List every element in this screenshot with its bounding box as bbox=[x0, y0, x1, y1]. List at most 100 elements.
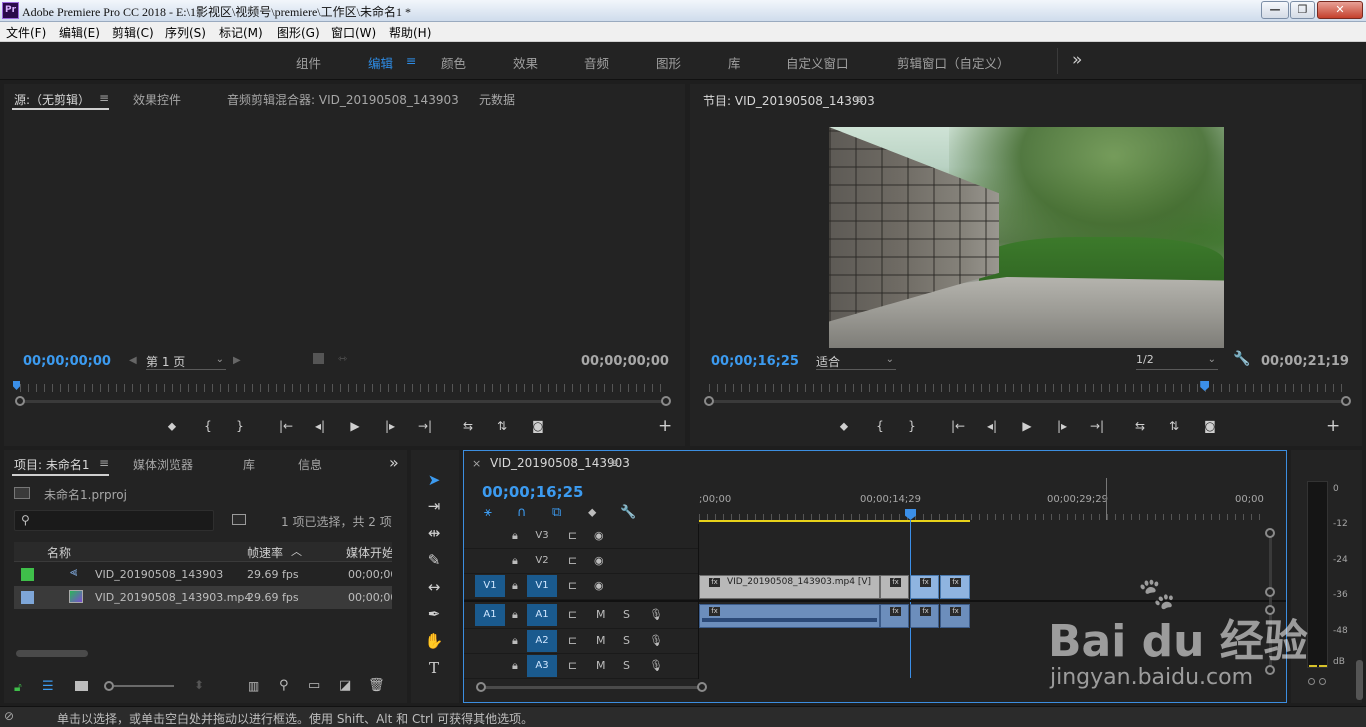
sync-lock-icon[interactable]: ⊏ bbox=[568, 579, 577, 592]
hscroll-handle-right[interactable] bbox=[697, 682, 707, 692]
program-add-button[interactable]: + bbox=[1326, 416, 1340, 436]
program-zoom-handle-left[interactable] bbox=[704, 396, 714, 406]
tab-info[interactable]: 信息 bbox=[298, 456, 322, 473]
zoom-slider[interactable] bbox=[114, 685, 174, 687]
mark-in-button[interactable]: { bbox=[198, 419, 218, 433]
work-area-bar[interactable] bbox=[699, 520, 970, 522]
label-color-swatch[interactable] bbox=[21, 568, 34, 581]
new-bin-icon[interactable]: ▭ bbox=[308, 678, 320, 693]
step-back-button[interactable]: ◂| bbox=[310, 419, 330, 433]
video-clip[interactable]: fx VID_20190508_143903.mp4 [V] bbox=[699, 575, 880, 599]
mark-out-button[interactable]: } bbox=[902, 419, 922, 433]
meter-scrollbar[interactable] bbox=[1356, 660, 1363, 700]
sync-lock-icon[interactable]: ⊏ bbox=[568, 659, 577, 672]
track-name[interactable]: A1 bbox=[527, 604, 557, 626]
safe-margins-icon[interactable] bbox=[313, 353, 324, 364]
mute-button[interactable]: M bbox=[596, 608, 606, 621]
source-zoom-handle-right[interactable] bbox=[661, 396, 671, 406]
workspace-editing[interactable]: 编辑 bbox=[368, 53, 393, 72]
lock-icon[interactable]: 🔒︎ bbox=[512, 529, 518, 543]
menu-graphics[interactable]: 图形(G) bbox=[277, 24, 320, 41]
column-frame-rate[interactable]: 帧速率 bbox=[247, 544, 283, 561]
step-forward-button[interactable]: |▸ bbox=[380, 419, 400, 433]
program-title[interactable]: 节目: VID_20190508_143903 bbox=[703, 92, 875, 109]
project-menu-icon[interactable]: ≡ bbox=[99, 456, 109, 470]
tab-metadata[interactable]: 元数据 bbox=[479, 91, 515, 108]
icon-view-icon[interactable] bbox=[75, 681, 88, 691]
linked-selection-icon[interactable]: ⧉ bbox=[552, 505, 561, 520]
slip-tool-icon[interactable]: ↔ bbox=[422, 575, 446, 599]
program-zoom-handle-right[interactable] bbox=[1341, 396, 1351, 406]
mute-button[interactable]: M bbox=[596, 634, 606, 647]
program-time-ruler[interactable] bbox=[709, 384, 1348, 392]
track-select-tool-icon[interactable]: ⇥ bbox=[422, 494, 446, 518]
sequence-menu-icon[interactable]: ≡ bbox=[609, 456, 619, 470]
source-tab-menu-icon[interactable]: ≡ bbox=[99, 91, 109, 105]
maximize-button[interactable]: ❐ bbox=[1290, 1, 1315, 19]
microphone-icon[interactable]: 🎙︎ bbox=[649, 659, 663, 672]
go-to-in-button[interactable]: |← bbox=[948, 419, 968, 433]
lock-icon[interactable]: 🔒︎ bbox=[512, 554, 518, 568]
solo-button[interactable]: S bbox=[623, 659, 630, 672]
prev-page-icon[interactable]: ◀ bbox=[129, 355, 137, 366]
lock-icon[interactable]: 🔒︎ bbox=[512, 634, 518, 648]
program-video-frame[interactable] bbox=[829, 127, 1224, 348]
video-clip[interactable]: fx bbox=[940, 575, 970, 599]
add-marker-icon[interactable]: ⬥ bbox=[834, 419, 854, 434]
workspace-audio[interactable]: 音频 bbox=[584, 53, 609, 72]
add-marker-icon[interactable]: ⬥ bbox=[162, 419, 182, 434]
mark-out-button[interactable]: } bbox=[230, 419, 250, 433]
wrench-icon[interactable]: 🔧 bbox=[1233, 351, 1250, 367]
workspace-effects[interactable]: 效果 bbox=[513, 53, 538, 72]
hand-tool-icon[interactable]: ✋ bbox=[422, 629, 446, 653]
hscroll-handle-left[interactable] bbox=[476, 682, 486, 692]
find-icon[interactable]: ⚲ bbox=[279, 678, 289, 693]
sync-lock-icon[interactable]: ⊏ bbox=[568, 529, 577, 542]
close-button[interactable]: ✕ bbox=[1317, 1, 1363, 19]
new-search-bin-icon[interactable] bbox=[232, 514, 246, 525]
microphone-icon[interactable]: 🎙︎ bbox=[649, 608, 663, 621]
step-forward-button[interactable]: |▸ bbox=[1052, 419, 1072, 433]
step-back-button[interactable]: ◂| bbox=[982, 419, 1002, 433]
workspace-overflow-icon[interactable]: » bbox=[1072, 50, 1082, 70]
close-sequence-icon[interactable]: × bbox=[472, 457, 481, 470]
workspace-color[interactable]: 颜色 bbox=[441, 53, 466, 72]
source-timecode-in[interactable]: 00;00;00;00 bbox=[23, 354, 111, 369]
nest-icon[interactable]: ⚹ bbox=[484, 505, 492, 520]
audio-clip[interactable]: fx bbox=[940, 604, 970, 628]
minimize-button[interactable]: — bbox=[1261, 1, 1289, 19]
track-name[interactable]: V3 bbox=[527, 525, 557, 547]
tab-source[interactable]: 源:（无剪辑） bbox=[14, 91, 90, 108]
menu-file[interactable]: 文件(F) bbox=[6, 24, 46, 41]
pen-tool-icon[interactable]: ✒ bbox=[422, 602, 446, 626]
overwrite-button[interactable]: ⇅ bbox=[492, 419, 512, 433]
video-clip[interactable]: fx bbox=[880, 575, 909, 599]
list-item[interactable]: ⫷ VID_20190508_143903 29.69 fps 00;00;00… bbox=[14, 563, 392, 586]
sort-icon[interactable]: ⬍ bbox=[194, 678, 204, 692]
snap-icon[interactable]: ∩ bbox=[517, 505, 527, 520]
timeline-horizontal-scrollbar[interactable] bbox=[481, 686, 703, 689]
drag-video-icon[interactable]: ⇿ bbox=[338, 352, 347, 365]
timeline-settings-icon[interactable]: 🔧 bbox=[620, 505, 636, 520]
selection-tool-icon[interactable]: ➤ bbox=[422, 468, 446, 492]
mark-in-button[interactable]: { bbox=[870, 419, 890, 433]
automate-to-sequence-icon[interactable]: ▥ bbox=[248, 679, 259, 693]
eye-icon[interactable]: ◉ bbox=[594, 554, 604, 567]
play-button[interactable]: ▶ bbox=[345, 419, 365, 433]
lock-icon[interactable]: 🔒︎ bbox=[512, 579, 518, 593]
sync-lock-icon[interactable]: ⊏ bbox=[568, 634, 577, 647]
source-add-button[interactable]: + bbox=[658, 416, 672, 436]
eye-icon[interactable]: ◉ bbox=[594, 579, 604, 592]
program-timecode[interactable]: 00;00;16;25 bbox=[711, 354, 799, 369]
program-zoom-bar[interactable] bbox=[709, 400, 1348, 403]
extract-button[interactable]: ⇅ bbox=[1164, 419, 1184, 433]
menu-marker[interactable]: 标记(M) bbox=[219, 24, 263, 41]
list-item[interactable]: VID_20190508_143903.mp4 29.69 fps 00;00;… bbox=[14, 586, 392, 609]
program-menu-icon[interactable]: ≡ bbox=[854, 92, 864, 106]
source-time-ruler[interactable] bbox=[20, 384, 667, 392]
sync-lock-icon[interactable]: ⊏ bbox=[568, 554, 577, 567]
lock-icon[interactable]: 🔒︎ bbox=[512, 608, 518, 622]
lock-icon[interactable]: 🔒︎ bbox=[512, 659, 518, 673]
eye-icon[interactable]: ◉ bbox=[594, 529, 604, 542]
go-to-in-button[interactable]: |← bbox=[276, 419, 296, 433]
